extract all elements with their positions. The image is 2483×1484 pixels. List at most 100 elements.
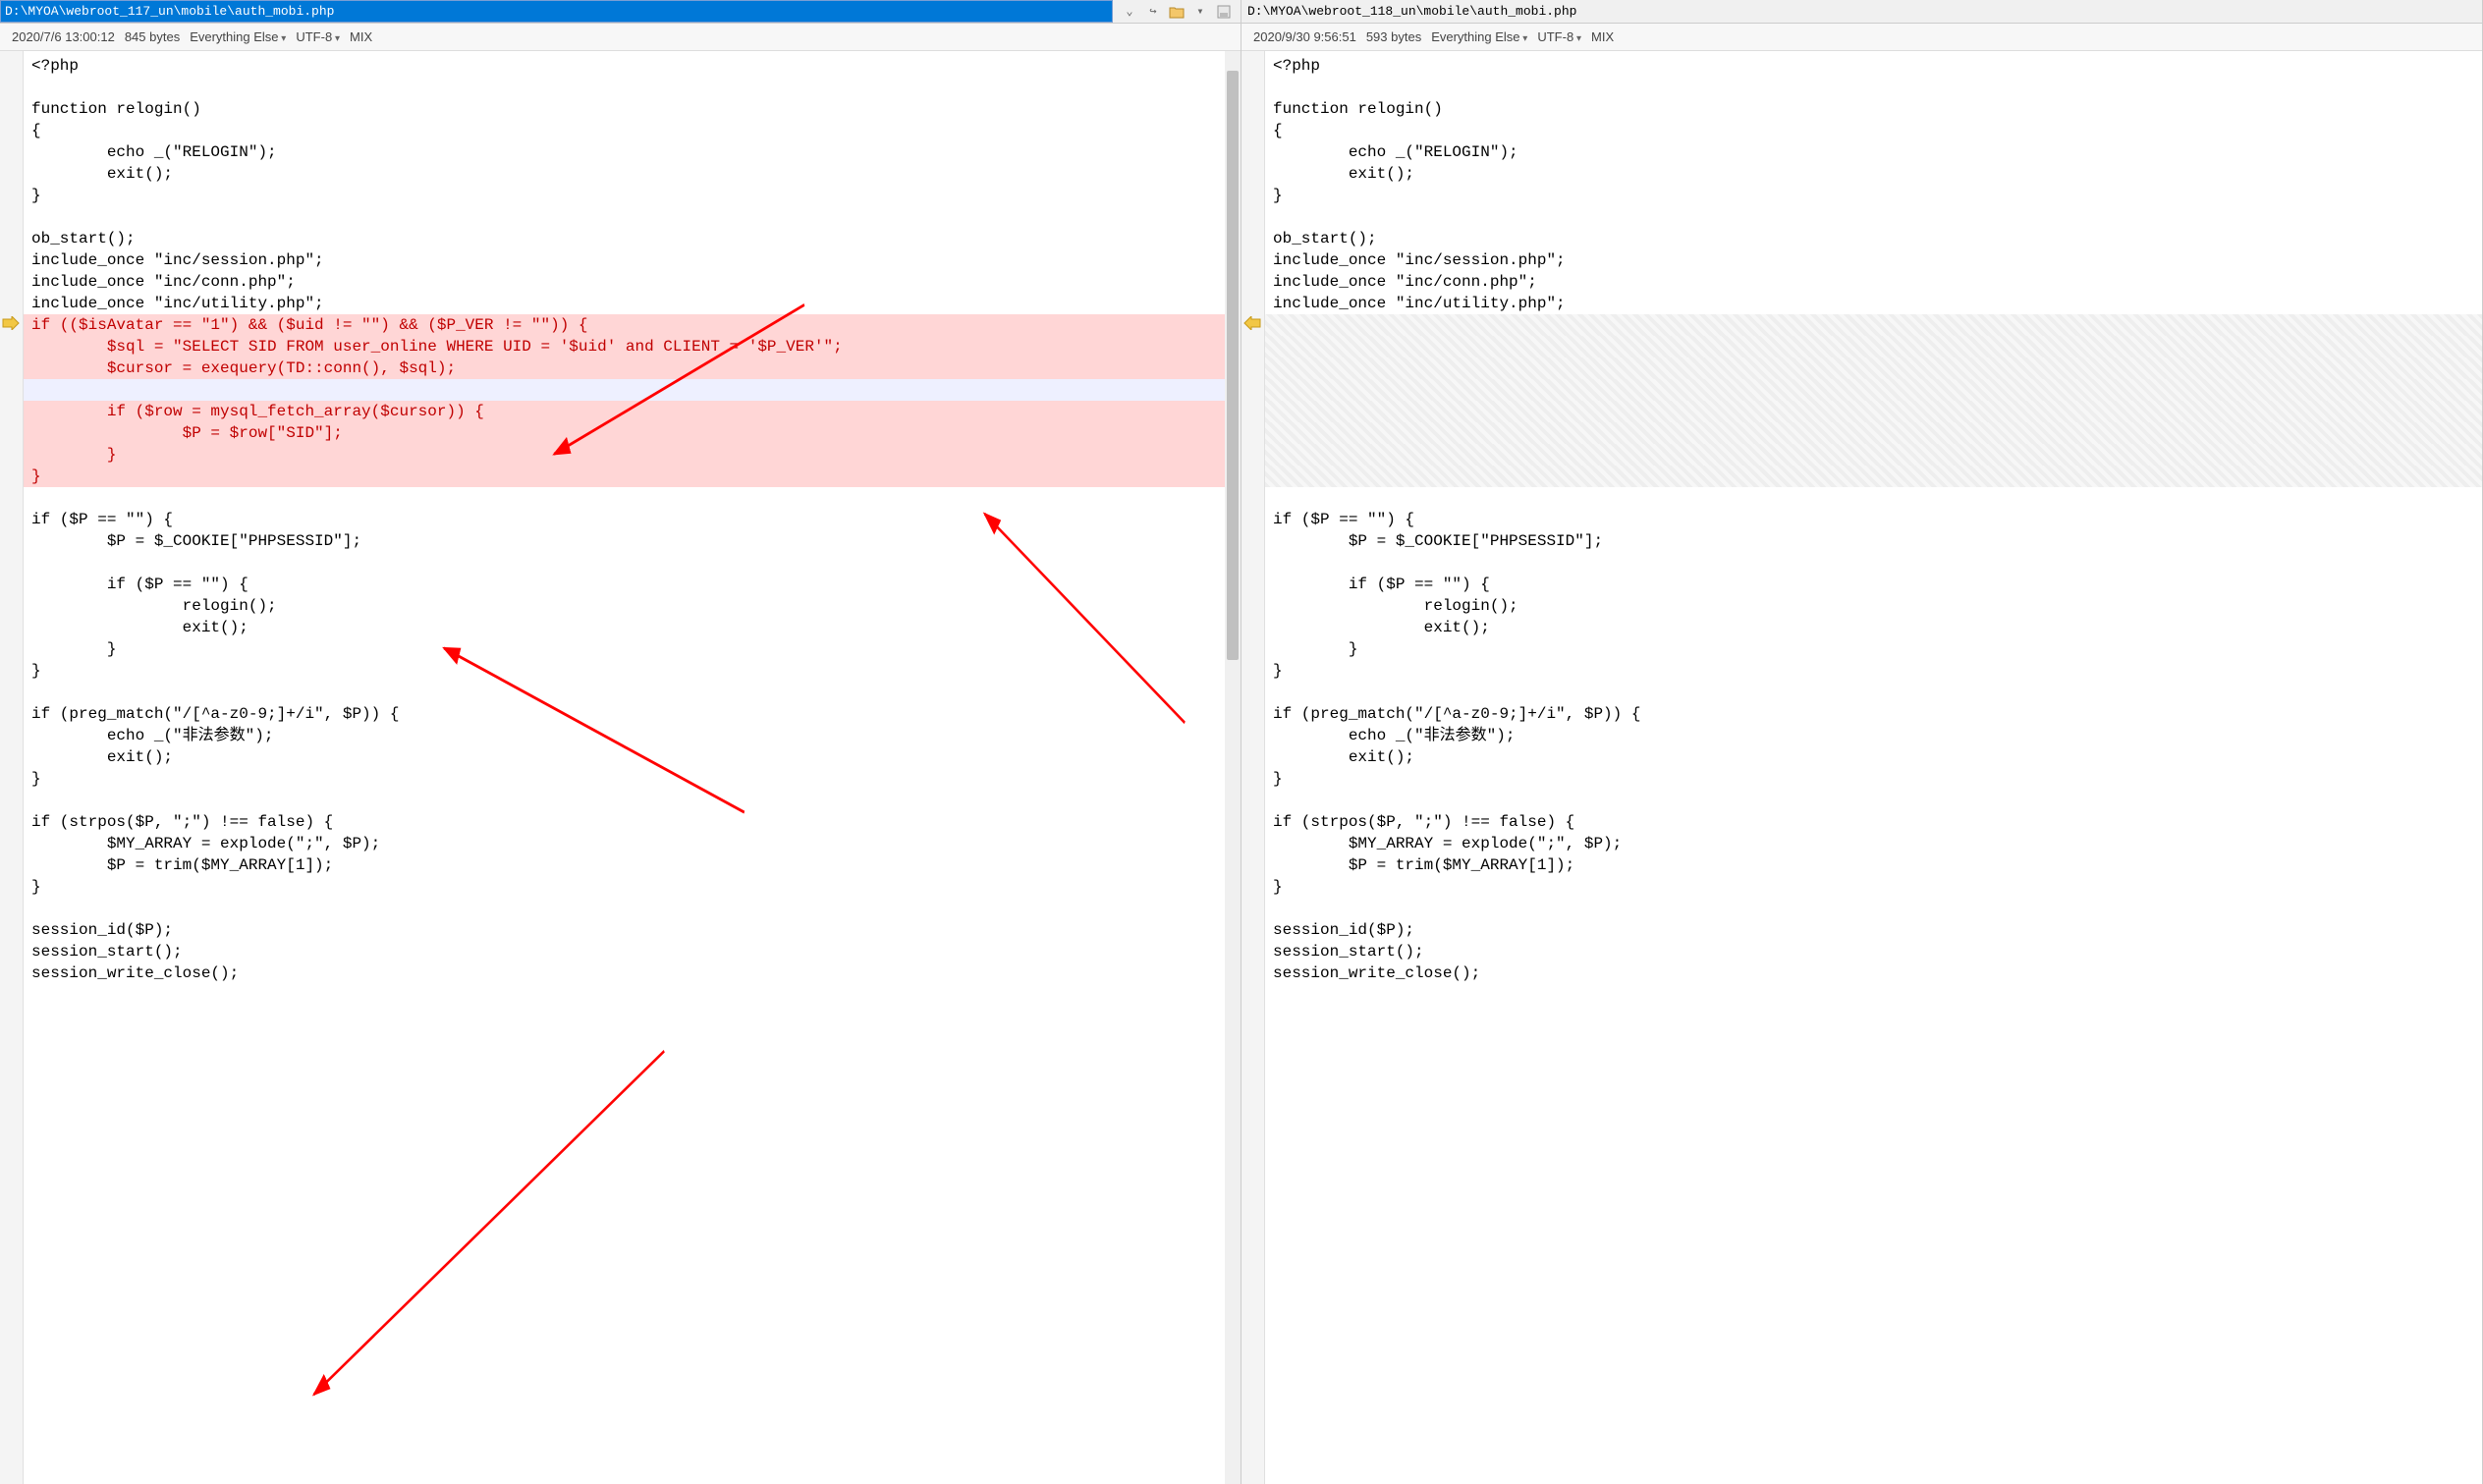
right-datetime: 2020/9/30 9:56:51	[1253, 29, 1356, 44]
code-line: session_start();	[24, 941, 1225, 962]
code-line	[1265, 401, 2482, 422]
code-line: relogin();	[1265, 595, 2482, 617]
left-path-bar: ⌄ ↪ ▾	[0, 0, 1241, 24]
code-line: }	[24, 638, 1225, 660]
code-line: function relogin()	[1265, 98, 2482, 120]
code-line	[24, 77, 1225, 98]
code-line: {	[1265, 120, 2482, 141]
code-line	[1265, 379, 2482, 401]
code-line	[1265, 422, 2482, 444]
dropdown-icon[interactable]: ▾	[1191, 3, 1209, 21]
code-line: }	[24, 185, 1225, 206]
code-line: session_start();	[1265, 941, 2482, 962]
code-line: include_once "inc/session.php";	[1265, 249, 2482, 271]
code-line	[1265, 336, 2482, 357]
right-encoding[interactable]: UTF-8	[1537, 29, 1581, 44]
code-line: ob_start();	[1265, 228, 2482, 249]
code-line	[24, 790, 1225, 811]
code-line: if (preg_match("/[^a-z0-9;]+/i", $P)) {	[24, 703, 1225, 725]
code-line: }	[24, 466, 1225, 487]
left-datetime: 2020/7/6 13:00:12	[12, 29, 115, 44]
code-line: if ($P == "") {	[1265, 574, 2482, 595]
code-line: $P = $row["SID"];	[24, 422, 1225, 444]
diff-marker-icon	[1243, 316, 1261, 330]
left-info-bar: 2020/7/6 13:00:12 845 bytes Everything E…	[0, 24, 1241, 51]
code-line	[1265, 77, 2482, 98]
code-line	[24, 379, 1225, 401]
code-line: }	[1265, 768, 2482, 790]
save-icon[interactable]	[1215, 3, 1233, 21]
code-line	[24, 898, 1225, 919]
code-line	[1265, 444, 2482, 466]
right-pane: D:\MYOA\webroot_118_un\mobile\auth_mobi.…	[1242, 0, 2483, 1484]
code-line: if (strpos($P, ";") !== false) {	[1265, 811, 2482, 833]
code-line: exit();	[1265, 746, 2482, 768]
code-line: {	[24, 120, 1225, 141]
code-line: $P = trim($MY_ARRAY[1]);	[24, 854, 1225, 876]
code-line	[1265, 682, 2482, 703]
code-line: $sql = "SELECT SID FROM user_online WHER…	[24, 336, 1225, 357]
go-icon[interactable]: ↪	[1144, 3, 1162, 21]
code-line: }	[1265, 660, 2482, 682]
code-line: if ($row = mysql_fetch_array($cursor)) {	[24, 401, 1225, 422]
code-line	[24, 487, 1225, 509]
code-line: include_once "inc/session.php";	[24, 249, 1225, 271]
code-line	[1265, 487, 2482, 509]
code-line: exit();	[24, 617, 1225, 638]
code-line	[24, 682, 1225, 703]
code-line: if (preg_match("/[^a-z0-9;]+/i", $P)) {	[1265, 703, 2482, 725]
code-line: }	[1265, 876, 2482, 898]
code-line: relogin();	[24, 595, 1225, 617]
right-category[interactable]: Everything Else	[1431, 29, 1527, 44]
left-scrollbar[interactable]	[1225, 51, 1241, 1484]
left-pane: ⌄ ↪ ▾ 2020/7/6 13:00:12 845 bytes Everyt…	[0, 0, 1242, 1484]
code-line: if ($P == "") {	[24, 509, 1225, 530]
code-line: $MY_ARRAY = explode(";", $P);	[24, 833, 1225, 854]
code-line: $MY_ARRAY = explode(";", $P);	[1265, 833, 2482, 854]
right-code: <?php function relogin(){ echo _("RELOGI…	[1265, 51, 2482, 988]
code-line: }	[24, 876, 1225, 898]
right-path-display[interactable]: D:\MYOA\webroot_118_un\mobile\auth_mobi.…	[1242, 0, 2482, 23]
right-editor-wrap: <?php function relogin(){ echo _("RELOGI…	[1242, 51, 2482, 1484]
code-line: $P = $_COOKIE["PHPSESSID"];	[24, 530, 1225, 552]
code-line: if ($P == "") {	[24, 574, 1225, 595]
code-line: exit();	[24, 746, 1225, 768]
left-encoding[interactable]: UTF-8	[296, 29, 340, 44]
code-line	[1265, 314, 2482, 336]
right-editor[interactable]: <?php function relogin(){ echo _("RELOGI…	[1265, 51, 2482, 1484]
left-size: 845 bytes	[125, 29, 180, 44]
left-path-input[interactable]	[0, 0, 1113, 23]
code-line: }	[24, 444, 1225, 466]
code-line: if ($P == "") {	[1265, 509, 2482, 530]
code-line: session_id($P);	[1265, 919, 2482, 941]
left-editor[interactable]: <?php function relogin(){ echo _("RELOGI…	[24, 51, 1225, 1484]
code-line: include_once "inc/utility.php";	[24, 293, 1225, 314]
left-lineend: MIX	[350, 29, 372, 44]
dropdown-icon[interactable]: ⌄	[1121, 3, 1138, 21]
code-line: <?php	[24, 55, 1225, 77]
code-line: <?php	[1265, 55, 2482, 77]
folder-icon[interactable]	[1168, 3, 1186, 21]
left-category[interactable]: Everything Else	[190, 29, 286, 44]
code-line	[24, 206, 1225, 228]
code-line: }	[1265, 185, 2482, 206]
code-line	[1265, 790, 2482, 811]
scroll-thumb[interactable]	[1227, 71, 1239, 660]
code-line: if (($isAvatar == "1") && ($uid != "") &…	[24, 314, 1225, 336]
right-size: 593 bytes	[1366, 29, 1421, 44]
code-line	[1265, 357, 2482, 379]
code-line: include_once "inc/conn.php";	[24, 271, 1225, 293]
left-code: <?php function relogin(){ echo _("RELOGI…	[24, 51, 1225, 988]
code-line: function relogin()	[24, 98, 1225, 120]
code-line	[1265, 552, 2482, 574]
code-line: }	[24, 660, 1225, 682]
code-line: session_write_close();	[1265, 962, 2482, 984]
code-line: session_write_close();	[24, 962, 1225, 984]
code-line: include_once "inc/conn.php";	[1265, 271, 2482, 293]
code-line: echo _("RELOGIN");	[24, 141, 1225, 163]
code-line: session_id($P);	[24, 919, 1225, 941]
left-editor-wrap: <?php function relogin(){ echo _("RELOGI…	[0, 51, 1241, 1484]
code-line: }	[24, 768, 1225, 790]
code-line	[24, 552, 1225, 574]
right-lineend: MIX	[1591, 29, 1614, 44]
